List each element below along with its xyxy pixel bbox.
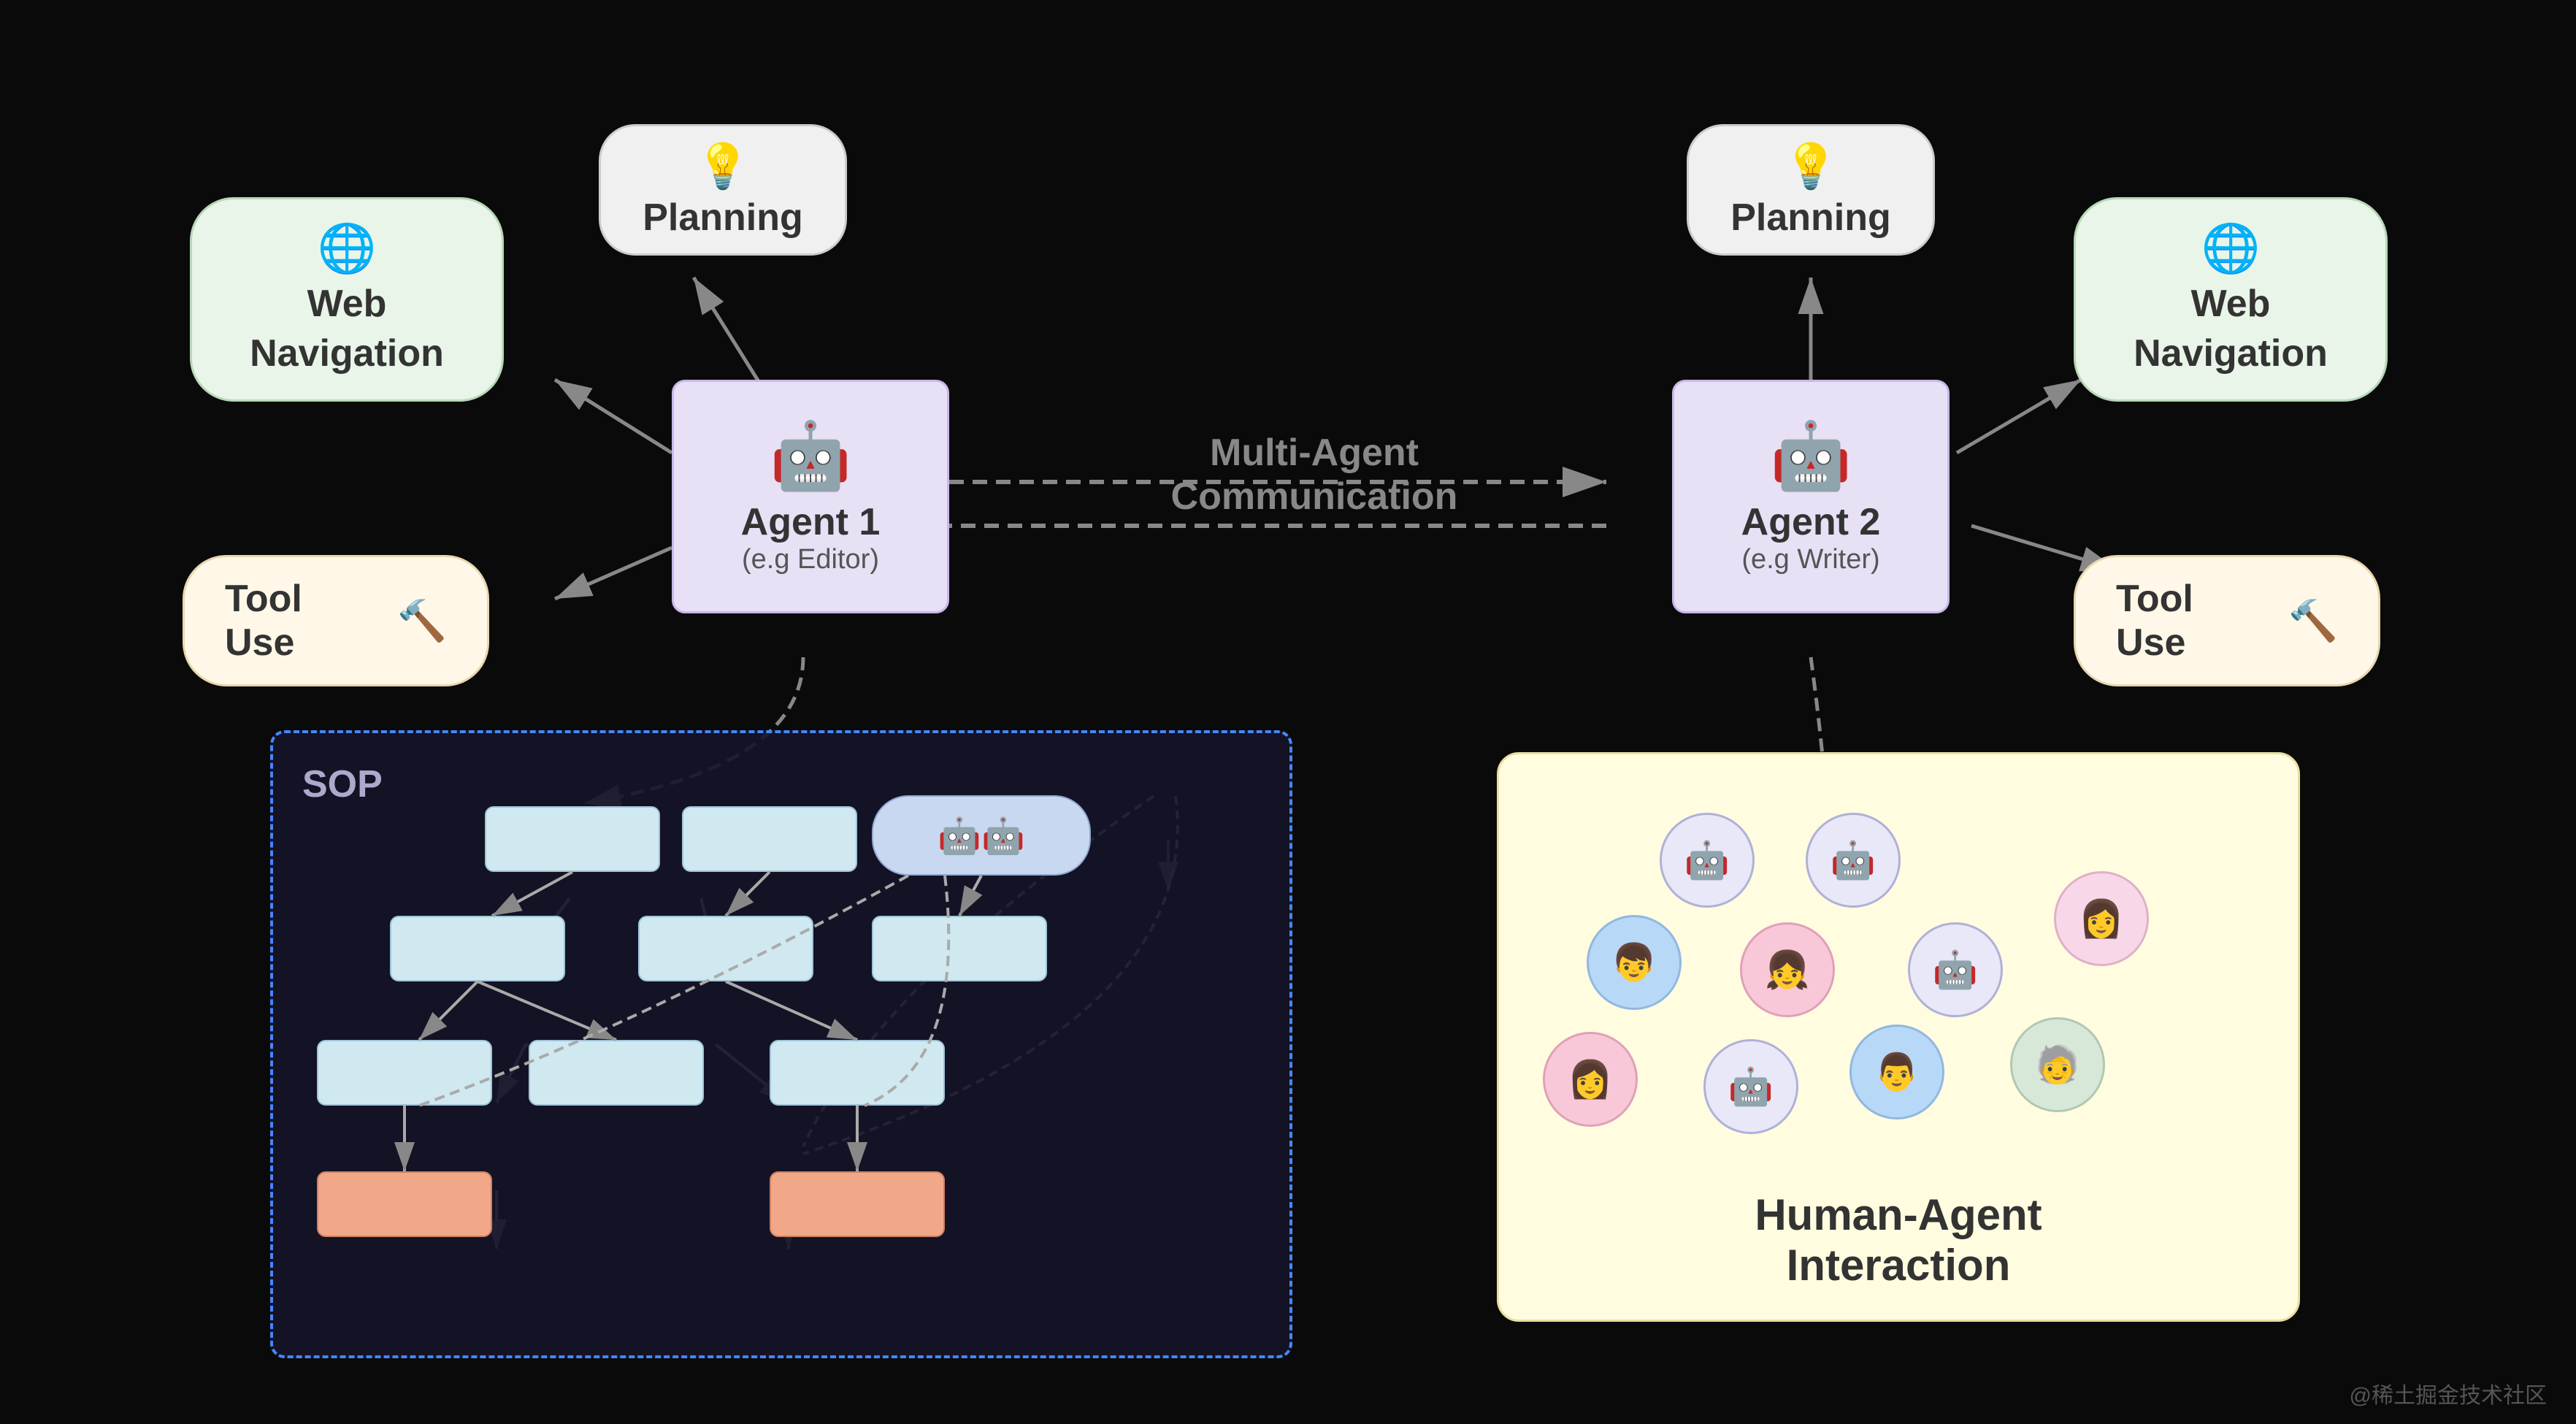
web-nav1-label: WebNavigation (250, 280, 444, 378)
sop-label: SOP (302, 762, 1260, 806)
planning2-label: Planning (1730, 196, 1891, 240)
sop-node-top2 (682, 806, 857, 872)
avatar-robot2: 🤖 (1806, 813, 1901, 908)
sop-node-orange2 (770, 1171, 945, 1237)
planning2-bubble: 💡 Planning (1687, 124, 1935, 256)
avatar-person2: 👧 (1740, 922, 1835, 1017)
tool-use2-bubble: Tool Use 🔨 (2074, 555, 2380, 686)
web-nav1-bubble: 🌐 WebNavigation (190, 197, 504, 402)
sop-node-low1 (317, 1040, 492, 1106)
sop-node-low3 (770, 1040, 945, 1106)
communication-label: Multi-Agent Communication (1095, 431, 1533, 518)
human-agent-label: Human-AgentInteraction (1755, 1190, 2042, 1290)
avatar-robot3: 🤖 (1908, 922, 2003, 1017)
diagram-container: 🤖 Agent 1 (e.g Editor) 🤖 Agent 2 (e.g Wr… (0, 0, 2576, 1424)
web-nav2-bubble: 🌐 WebNavigation (2074, 197, 2388, 402)
sop-agent-node: 🤖🤖 (872, 795, 1091, 876)
agent2-box: 🤖 Agent 2 (e.g Writer) (1672, 380, 1950, 613)
communication-line2: Communication (1095, 475, 1533, 518)
avatar-person5: 👨 (1849, 1025, 1944, 1119)
sop-node-low2 (529, 1040, 704, 1106)
watermark: @稀土掘金技术社区 (2350, 1377, 2547, 1409)
avatar-person6: 🧓 (2010, 1017, 2105, 1112)
avatar-robot1: 🤖 (1660, 813, 1755, 908)
avatar-person4: 👩 (1543, 1032, 1638, 1127)
sop-node-mid3 (872, 916, 1047, 981)
avatar-person3: 👩 (2054, 871, 2149, 966)
agent1-icon: 🤖 (770, 418, 851, 494)
communication-line1: Multi-Agent (1095, 431, 1533, 475)
avatar-person1: 👦 (1587, 915, 1682, 1010)
planning2-icon: 💡 (1784, 140, 1839, 192)
avatar-robot4: 🤖 (1703, 1039, 1798, 1134)
web-nav2-label: WebNavigation (2134, 280, 2328, 378)
agent2-subtitle: (e.g Writer) (1741, 544, 1879, 575)
tool-use1-bubble: Tool Use 🔨 (183, 555, 489, 686)
tool-use2-label: Tool Use (2116, 577, 2274, 665)
sop-node-top1 (485, 806, 660, 872)
tool-use1-icon: 🔨 (397, 597, 447, 645)
agent1-title: Agent 1 (741, 500, 881, 544)
planning1-icon: 💡 (696, 140, 751, 192)
sop-box: SOP 🤖🤖 (270, 730, 1292, 1358)
tool-use1-label: Tool Use (225, 577, 383, 665)
sop-node-orange1 (317, 1171, 492, 1237)
sop-node-mid1 (390, 916, 565, 981)
tool-use2-icon: 🔨 (2288, 597, 2338, 645)
agent2-title: Agent 2 (1741, 500, 1881, 544)
web-nav1-icon: 🌐 (318, 221, 377, 276)
planning1-label: Planning (643, 196, 803, 240)
agent1-box: 🤖 Agent 1 (e.g Editor) (672, 380, 949, 613)
sop-node-mid2 (638, 916, 813, 981)
agent1-subtitle: (e.g Editor) (742, 544, 879, 575)
agent2-icon: 🤖 (1770, 418, 1852, 494)
planning1-bubble: 💡 Planning (599, 124, 847, 256)
human-agent-box: 🤖 🤖 👦 👧 🤖 👩 👩 🤖 👨 🧓 (1497, 752, 2300, 1322)
web-nav2-icon: 🌐 (2201, 221, 2261, 276)
